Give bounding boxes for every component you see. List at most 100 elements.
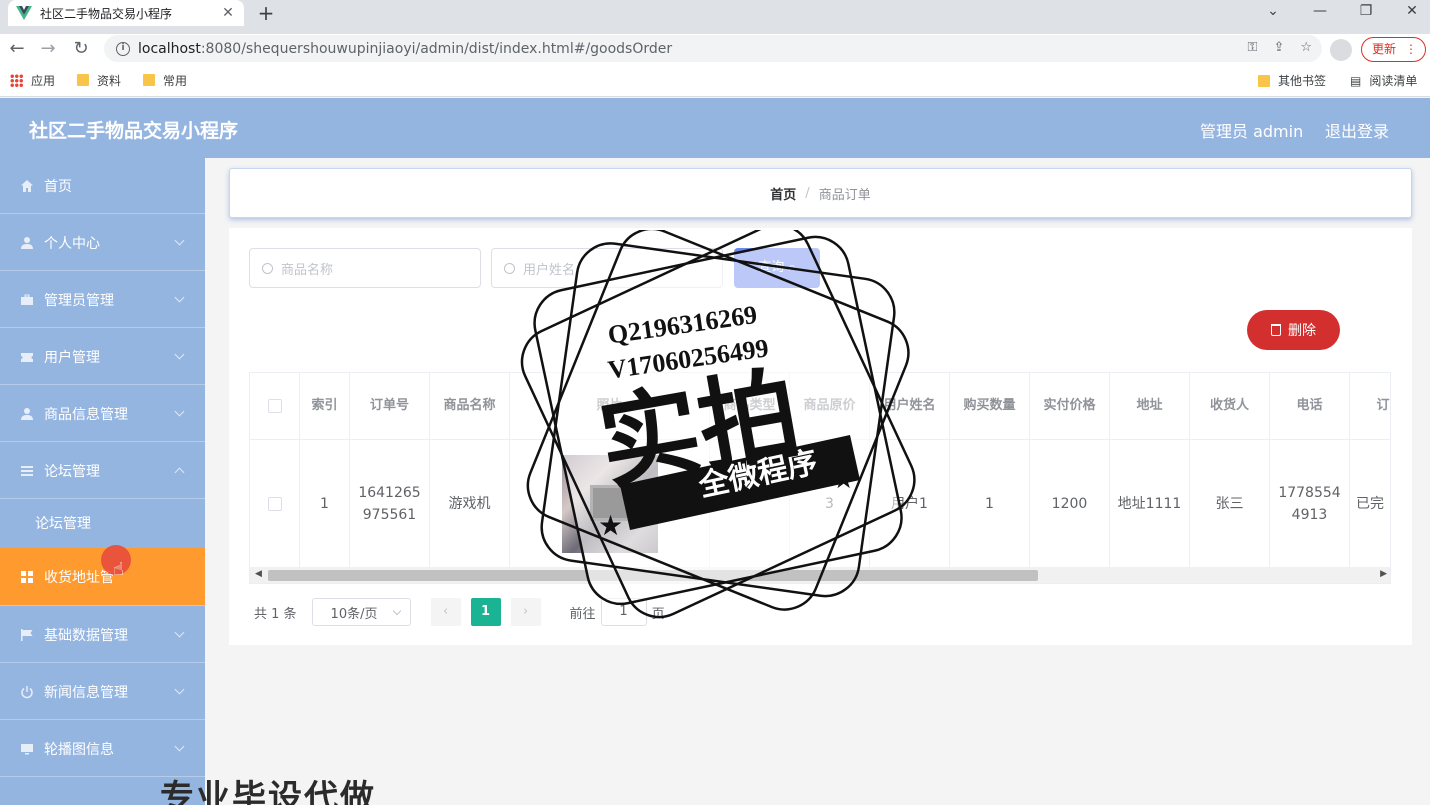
header-receiver: 收货人 xyxy=(1190,373,1270,439)
bookmark-label: 其他书签 xyxy=(1278,74,1327,88)
breadcrumb: 首页 / 商品订单 xyxy=(229,168,1412,218)
close-tab-icon[interactable]: ✕ xyxy=(220,5,236,21)
header-order-status: 订单 xyxy=(1350,373,1390,439)
scrollbar-thumb[interactable] xyxy=(268,570,1038,581)
sidebar-item-admin-management[interactable]: 管理员管理 xyxy=(0,272,205,328)
sidebar-item-goods-info-management[interactable]: 商品信息管理 xyxy=(0,386,205,442)
power-icon xyxy=(21,685,33,698)
cell-order-status: 已完 xyxy=(1350,440,1390,567)
folder-icon xyxy=(1258,74,1270,87)
update-label: 更新 xyxy=(1372,42,1397,56)
header-order-no: 订单号 xyxy=(350,373,430,439)
minimize-icon[interactable]: — xyxy=(1297,0,1343,26)
chevron-down-icon xyxy=(174,292,185,303)
search-icon xyxy=(504,262,515,274)
goods-name-search-input[interactable]: 商品名称 xyxy=(249,248,481,288)
next-page-button[interactable]: › xyxy=(510,598,541,626)
sidebar-item-news-management[interactable]: 新闻信息管理 xyxy=(0,664,205,720)
sidebar-item-label: 新闻信息管理 xyxy=(44,684,128,701)
list-icon xyxy=(21,465,33,476)
goto-page-input[interactable]: 1 xyxy=(600,598,647,626)
tab-search-icon[interactable]: ⌄ xyxy=(1250,0,1296,26)
page-number-current[interactable]: 1 xyxy=(470,598,501,626)
horizontal-scrollbar[interactable]: ◀ ▶ xyxy=(250,567,1390,583)
cell-paid-price: 1200 xyxy=(1030,440,1110,567)
reading-list-icon: ▤ xyxy=(1350,73,1362,88)
delete-label: 删除 xyxy=(1288,323,1316,339)
search-icon: ⌕ xyxy=(788,260,796,275)
query-button[interactable]: 查询 ⌕ xyxy=(734,248,820,288)
select-all-checkbox[interactable] xyxy=(267,399,282,413)
bookmark-other[interactable]: 其他书签 xyxy=(1258,72,1326,89)
header-goods-type: 商品类型 xyxy=(710,373,790,439)
back-icon[interactable]: ← xyxy=(4,37,30,61)
user-name-search-input[interactable]: 用户姓名 xyxy=(491,248,723,288)
star-icon[interactable]: ☆ xyxy=(1300,40,1312,55)
pagination-total: 共 1 条 xyxy=(254,606,297,622)
header-phone: 电话 xyxy=(1270,373,1350,439)
header-paid-price: 实付价格 xyxy=(1030,373,1110,439)
update-button[interactable]: 更新 ⋮ xyxy=(1361,37,1426,62)
main-content: 首页 / 商品订单 商品名称 用户姓名 查询 ⌕ 删除 索引 订单号 商品名称 … xyxy=(205,158,1430,805)
cell-goods-type xyxy=(710,440,790,567)
sidebar-item-personal-center[interactable]: 个人中心 xyxy=(0,215,205,271)
goto-label: 前往 xyxy=(569,606,596,622)
restore-icon[interactable]: ❐ xyxy=(1343,0,1389,26)
scroll-right-icon[interactable]: ▶ xyxy=(1380,569,1387,579)
address-bar[interactable]: i localhost:8080/shequershouwupinjiaoyi/… xyxy=(104,35,1322,62)
pagination: 共 1 条 10条/页 ‹ 1 › 前往 1 页 xyxy=(254,598,665,626)
forward-icon[interactable]: → xyxy=(35,37,61,61)
bookmark-folder-changyong[interactable]: 常用 xyxy=(143,72,187,89)
sidebar-item-user-management[interactable]: 用户管理 xyxy=(0,329,205,385)
sidebar-item-forum-management[interactable]: 论坛管理 xyxy=(0,443,205,499)
sidebar-item-carousel-info[interactable]: 轮播图信息 xyxy=(0,721,205,777)
sidebar-item-basic-data-management[interactable]: 基础数据管理 xyxy=(0,607,205,663)
trash-icon xyxy=(1271,324,1281,336)
breadcrumb-home[interactable]: 首页 xyxy=(770,184,796,203)
chevron-down-icon xyxy=(174,349,185,360)
table-row: 1 1641265975561 游戏机 3 用户1 1 1200 地址1111 … xyxy=(250,440,1390,567)
reload-icon[interactable]: ↻ xyxy=(68,37,94,61)
row-checkbox[interactable] xyxy=(267,496,282,511)
browser-toolbar: ← → ↻ i localhost:8080/shequershouwupinj… xyxy=(0,34,1430,64)
bookmark-label: 应用 xyxy=(31,73,56,88)
new-tab-icon[interactable]: + xyxy=(254,1,278,25)
home-icon xyxy=(21,179,33,192)
profile-avatar[interactable] xyxy=(1330,39,1352,61)
row-select-cell xyxy=(250,440,300,567)
browser-tab[interactable]: 社区二手物品交易小程序 ✕ xyxy=(8,0,244,26)
more-icon: ⋮ xyxy=(1405,42,1417,56)
header-quantity: 购买数量 xyxy=(950,373,1030,439)
admin-label: 管理员 admin xyxy=(1200,122,1304,141)
ticket-icon xyxy=(21,352,33,362)
query-label: 查询 xyxy=(758,260,785,275)
close-window-icon[interactable]: ✕ xyxy=(1389,0,1430,26)
cell-user-name: 用户1 xyxy=(870,440,950,567)
logout-link[interactable]: 退出登录 xyxy=(1325,118,1389,142)
reading-list[interactable]: ▤ 阅读清单 xyxy=(1350,72,1417,89)
tab-title: 社区二手物品交易小程序 xyxy=(40,6,173,21)
orders-table: 索引 订单号 商品名称 照片 商品类型 商品原价 用户姓名 购买数量 实付价格 … xyxy=(249,372,1391,584)
sidebar-item-home[interactable]: 首页 xyxy=(0,158,205,214)
delete-button[interactable]: 删除 xyxy=(1247,310,1340,350)
prev-page-button[interactable]: ‹ xyxy=(430,598,461,626)
app-title: 社区二手物品交易小程序 xyxy=(29,120,239,142)
user-name-placeholder: 用户姓名 xyxy=(523,262,576,278)
bookmark-folder-ziliao[interactable]: 资料 xyxy=(77,72,121,89)
sidebar-item-label: 轮播图信息 xyxy=(44,741,114,758)
url-host: localhost xyxy=(138,40,201,57)
bookmark-apps[interactable]: 应用 xyxy=(10,72,55,89)
flag-icon xyxy=(21,628,33,641)
goods-photo[interactable] xyxy=(561,454,658,553)
page-size-select[interactable]: 10条/页 xyxy=(311,598,411,626)
browser-tabstrip: 社区二手物品交易小程序 ✕ + ⌄ — ❐ ✕ xyxy=(0,0,1430,34)
bookmarks-bar: 应用 资料 常用 其他书签 ▤ 阅读清单 xyxy=(0,64,1430,97)
sidebar-item-label: 首页 xyxy=(44,178,72,195)
site-info-icon[interactable]: i xyxy=(116,41,130,56)
scroll-left-icon[interactable]: ◀ xyxy=(255,569,262,579)
submenu-item-forum[interactable]: 论坛管理 xyxy=(0,498,205,548)
bookmark-label: 阅读清单 xyxy=(1369,74,1418,88)
share-icon[interactable]: ⇪ xyxy=(1273,40,1284,55)
chevron-down-icon xyxy=(392,606,401,616)
key-icon[interactable]: ⚿ xyxy=(1248,40,1258,55)
